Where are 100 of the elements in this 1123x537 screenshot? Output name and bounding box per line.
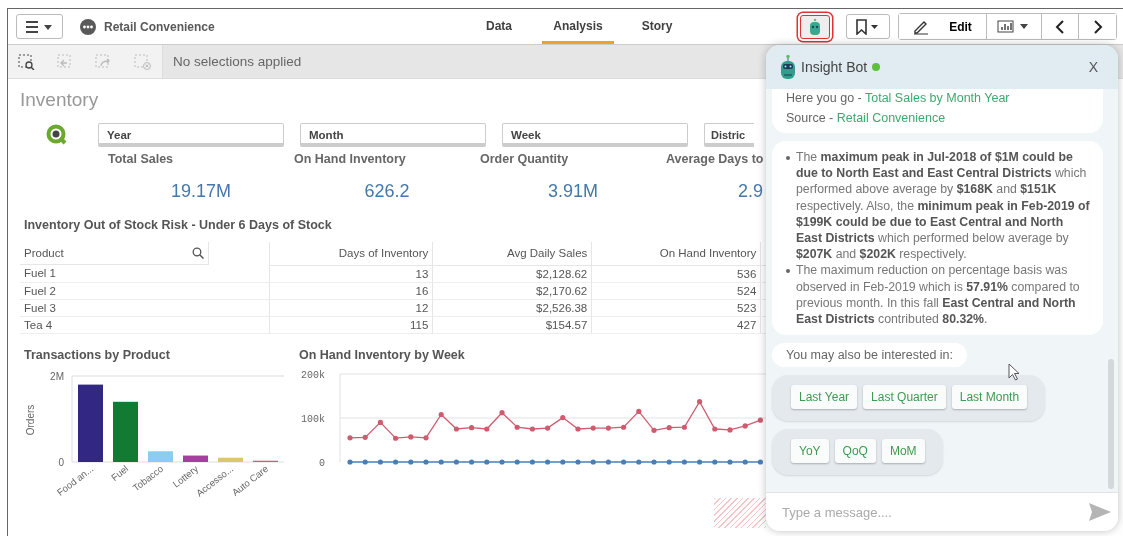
column-header[interactable]: Days of Inventory <box>269 242 433 265</box>
menu-button[interactable] <box>16 14 63 39</box>
data-point[interactable] <box>545 458 551 465</box>
data-point[interactable] <box>666 424 672 430</box>
data-point[interactable] <box>377 458 383 465</box>
data-point[interactable] <box>469 424 475 430</box>
hatched-area <box>714 497 766 528</box>
data-point[interactable] <box>590 458 596 465</box>
column-header[interactable]: Product <box>20 242 209 265</box>
data-point[interactable] <box>438 458 444 465</box>
suggestion-button[interactable]: Last Quarter <box>863 385 946 410</box>
data-point[interactable] <box>393 435 399 441</box>
data-point[interactable] <box>757 417 763 423</box>
data-point[interactable] <box>605 425 611 431</box>
data-point[interactable] <box>727 426 733 432</box>
suggestion-button[interactable]: Last Year <box>791 385 858 410</box>
suggestion-button[interactable]: MoM <box>881 439 925 464</box>
scrollbar[interactable] <box>1108 359 1114 489</box>
send-icon[interactable] <box>1088 502 1112 522</box>
tick-label: 0 <box>319 457 325 469</box>
data-point[interactable] <box>438 411 444 417</box>
bar[interactable] <box>183 455 208 462</box>
data-point[interactable] <box>347 458 353 465</box>
data-point[interactable] <box>575 458 581 465</box>
data-point[interactable] <box>484 425 490 432</box>
data-point[interactable] <box>575 425 581 432</box>
tick-label: 200k <box>301 369 325 381</box>
data-point[interactable] <box>560 458 566 465</box>
data-point[interactable] <box>514 424 520 430</box>
data-point[interactable] <box>529 458 535 465</box>
table-cell: Fuel 2 <box>20 282 270 299</box>
close-button[interactable]: X <box>1082 58 1104 76</box>
filter-pane[interactable]: Month <box>300 123 486 147</box>
column-header[interactable]: On Hand Inventory <box>591 242 761 265</box>
data-point[interactable] <box>453 425 459 432</box>
data-point[interactable] <box>514 458 520 465</box>
data-point[interactable] <box>605 458 611 465</box>
filter-pane[interactable]: Distric <box>704 123 754 147</box>
suggestion-button[interactable]: Last Month <box>951 385 1028 410</box>
robot-icon <box>809 17 821 36</box>
filter-pane[interactable]: Year <box>98 123 284 147</box>
column-header[interactable]: Avg Daily Sales <box>432 242 592 265</box>
edit-button[interactable]: Edit <box>899 14 987 39</box>
data-point[interactable] <box>484 458 490 465</box>
data-point[interactable] <box>727 458 733 465</box>
data-point[interactable] <box>636 408 642 414</box>
data-point[interactable] <box>621 458 627 465</box>
chart-title: Transactions by Product <box>24 347 171 362</box>
data-point[interactable] <box>469 458 475 465</box>
table-title: Inventory Out of Stock Risk - Under 6 Days of Stock <box>24 218 332 232</box>
data-point[interactable] <box>742 422 748 428</box>
data-point[interactable] <box>681 458 687 465</box>
filter-pane[interactable]: Week <box>502 123 688 147</box>
data-point[interactable] <box>377 419 383 425</box>
tick-label: 2M <box>50 370 64 382</box>
sheet-title: Inventory <box>20 89 100 111</box>
table-cell: Fuel 1 <box>20 265 270 282</box>
data-point[interactable] <box>423 434 429 440</box>
sheet-tab[interactable]: Data <box>466 9 532 44</box>
kpi-label: Total Sales <box>108 152 174 166</box>
data-point[interactable] <box>560 414 566 420</box>
data-point[interactable] <box>347 434 353 440</box>
search-icon[interactable] <box>192 247 204 259</box>
table-cell: 524 <box>591 282 761 299</box>
data-point[interactable] <box>742 458 748 465</box>
data-point[interactable] <box>362 434 368 440</box>
data-point[interactable] <box>757 458 763 465</box>
data-point[interactable] <box>499 458 505 465</box>
message-field[interactable]: Type a message.... <box>766 492 1118 531</box>
data-point[interactable] <box>697 458 703 465</box>
selection-search-icon[interactable] <box>18 53 37 70</box>
data-point[interactable] <box>362 458 368 465</box>
data-point[interactable] <box>651 458 657 465</box>
data-point[interactable] <box>590 425 596 431</box>
data-point[interactable] <box>499 409 505 415</box>
bookmark-button[interactable] <box>846 14 890 39</box>
data-point[interactable] <box>393 458 399 465</box>
data-point[interactable] <box>453 458 459 465</box>
suggestion-button[interactable]: YoY <box>791 439 829 464</box>
data-point[interactable] <box>621 424 627 430</box>
data-point[interactable] <box>712 425 718 432</box>
sheet-tab[interactable]: Story <box>624 9 690 44</box>
data-point[interactable] <box>545 425 551 431</box>
data-point[interactable] <box>636 458 642 465</box>
data-point[interactable] <box>408 433 414 439</box>
data-point[interactable] <box>712 458 718 465</box>
data-point[interactable] <box>681 424 687 430</box>
selection-status: No selections applied <box>173 54 302 69</box>
data-point[interactable] <box>423 458 429 465</box>
table-cell: $154.57 <box>432 316 592 333</box>
data-point[interactable] <box>666 458 672 465</box>
data-point[interactable] <box>529 425 535 432</box>
suggestion-button[interactable]: QoQ <box>834 439 876 464</box>
table-cell: 13 <box>269 265 433 282</box>
data-point[interactable] <box>697 398 703 404</box>
data-point[interactable] <box>408 458 414 465</box>
data-point[interactable] <box>651 427 657 433</box>
bot-button[interactable] <box>800 14 830 39</box>
kpi-label: On Hand Inventory <box>294 152 406 166</box>
more-icon[interactable] <box>80 18 96 35</box>
